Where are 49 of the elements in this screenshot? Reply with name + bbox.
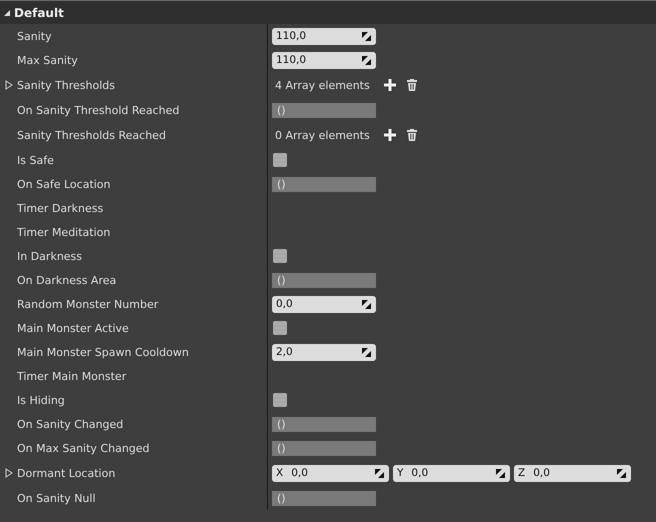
expand-triangle-icon[interactable] <box>5 80 13 90</box>
property-label: Dormant Location <box>17 466 116 480</box>
property-label: Sanity Thresholds Reached <box>17 128 166 142</box>
property-label: On Sanity Changed <box>17 418 124 430</box>
category-header[interactable]: Default <box>0 1 656 24</box>
checkbox[interactable] <box>273 393 287 407</box>
property-label: Main Monster Spawn Cooldown <box>17 346 189 358</box>
expand-triangle-icon[interactable] <box>5 468 13 478</box>
property-label: Timer Darkness <box>17 202 104 214</box>
number-field[interactable]: X 0,0 <box>272 464 389 482</box>
add-icon[interactable] <box>384 129 396 141</box>
property-label: On Darkness Area <box>17 274 116 286</box>
add-icon[interactable] <box>384 79 396 91</box>
category-title: Default <box>14 6 64 20</box>
property-label: Timer Main Monster <box>17 370 126 382</box>
collapse-triangle-icon[interactable] <box>3 8 11 16</box>
property-label: Max Sanity <box>17 54 78 66</box>
number-field[interactable]: 2,0 <box>272 344 376 360</box>
checkbox[interactable] <box>273 321 287 335</box>
property-label: On Sanity Threshold Reached <box>17 104 180 116</box>
property-label: Main Monster Active <box>17 322 129 334</box>
number-field[interactable]: Z 0,0 <box>514 464 631 482</box>
property-label: Is Safe <box>17 154 54 166</box>
checkbox[interactable] <box>273 249 287 263</box>
drag-handle-icon[interactable] <box>362 32 371 40</box>
property-label: Timer Meditation <box>17 226 110 238</box>
property-label: Sanity Thresholds <box>17 78 116 92</box>
property-label: Sanity <box>17 30 52 42</box>
drag-handle-icon[interactable] <box>496 468 505 478</box>
property-label: On Sanity Null <box>17 492 96 504</box>
drag-handle-icon[interactable] <box>362 56 371 64</box>
checkbox[interactable] <box>273 153 287 167</box>
property-label: Is Hiding <box>17 394 65 406</box>
trash-icon[interactable] <box>406 129 418 141</box>
property-label: On Max Sanity Changed <box>17 442 150 454</box>
property-label: On Safe Location <box>17 178 111 190</box>
trash-icon[interactable] <box>406 79 418 91</box>
array-count: 0 Array elements <box>275 128 370 142</box>
drag-handle-icon[interactable] <box>362 300 371 308</box>
drag-handle-icon[interactable] <box>617 468 626 478</box>
number-field[interactable]: 110,0 <box>272 28 376 44</box>
number-field[interactable]: 0,0 <box>272 296 376 312</box>
property-label: Random Monster Number <box>17 298 158 310</box>
array-count: 4 Array elements <box>275 78 370 92</box>
number-field[interactable]: Y 0,0 <box>393 464 510 482</box>
drag-handle-icon[interactable] <box>375 468 384 478</box>
property-label: In Darkness <box>17 250 82 262</box>
drag-handle-icon[interactable] <box>362 348 371 356</box>
number-field[interactable]: 110,0 <box>272 52 376 68</box>
